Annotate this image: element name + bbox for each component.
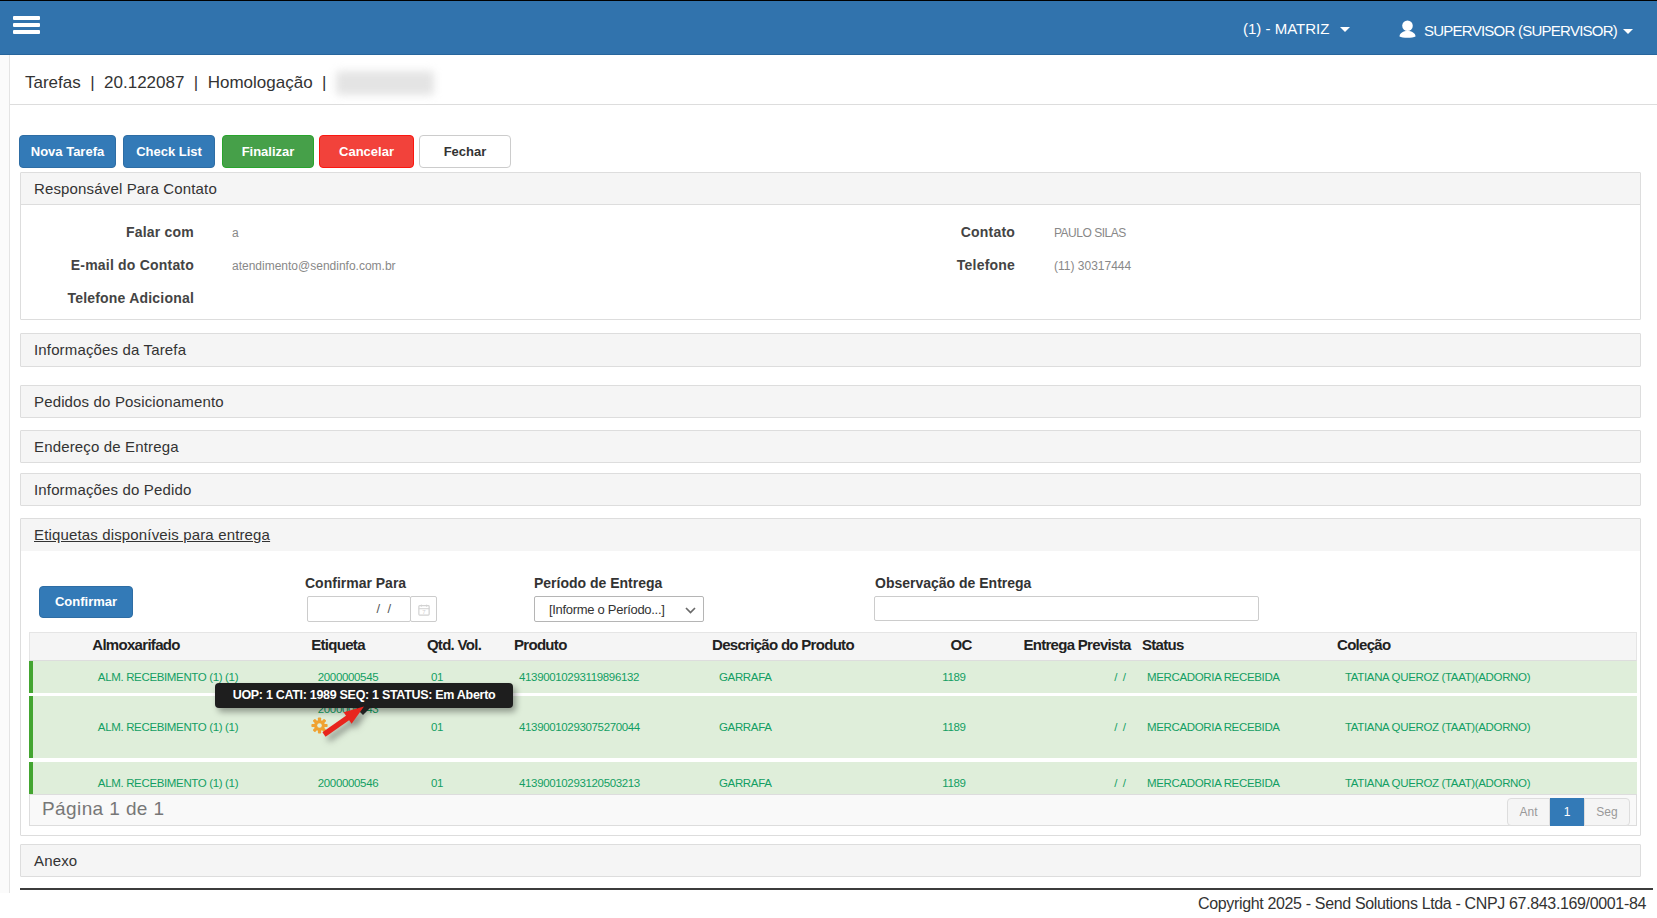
svg-text:7: 7 (422, 609, 426, 615)
